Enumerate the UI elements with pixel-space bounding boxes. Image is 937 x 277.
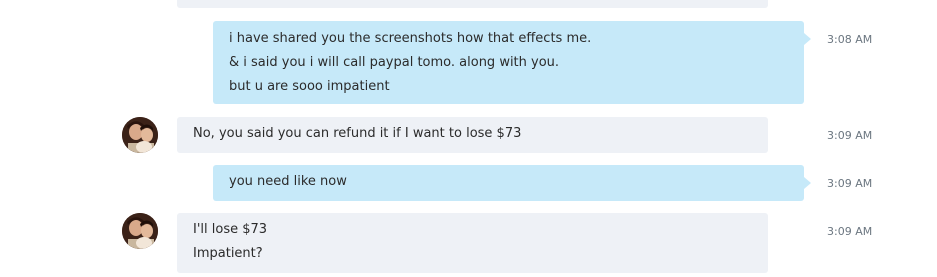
message-bubble-incoming[interactable]: I'll lose $73 Impatient? (177, 213, 768, 273)
message-timestamp: 3:09 AM (827, 177, 873, 190)
message-timestamp: 3:08 AM (827, 33, 873, 46)
message-timestamp: 3:09 AM (827, 129, 873, 142)
contact-avatar[interactable] (122, 117, 158, 153)
message-text-line: you need like now (229, 174, 347, 189)
message-bubble-outgoing[interactable]: you need like now (213, 165, 811, 201)
message-text-line: but u are sooo impatient (229, 79, 390, 94)
message-text-line: I'll lose $73 (193, 222, 268, 237)
message-text-line: No, you said you can refund it if I want… (193, 126, 522, 141)
message-timestamp: 3:09 AM (827, 225, 873, 238)
avatar-photo-icon (122, 213, 158, 249)
chat-conversation: i have shared you the screenshots how th… (0, 0, 937, 277)
message-bubble-incoming[interactable]: No, you said you can refund it if I want… (177, 117, 768, 153)
contact-avatar[interactable] (122, 213, 158, 249)
avatar-photo-icon (122, 117, 158, 153)
message-bubble-incoming-partial[interactable] (177, 0, 768, 8)
message-text-line: i have shared you the screenshots how th… (229, 31, 592, 46)
message-text-line: & i said you i will call paypal tomo. al… (229, 55, 560, 70)
message-bubble-outgoing[interactable]: i have shared you the screenshots how th… (213, 21, 811, 104)
message-text-line: Impatient? (193, 246, 263, 261)
